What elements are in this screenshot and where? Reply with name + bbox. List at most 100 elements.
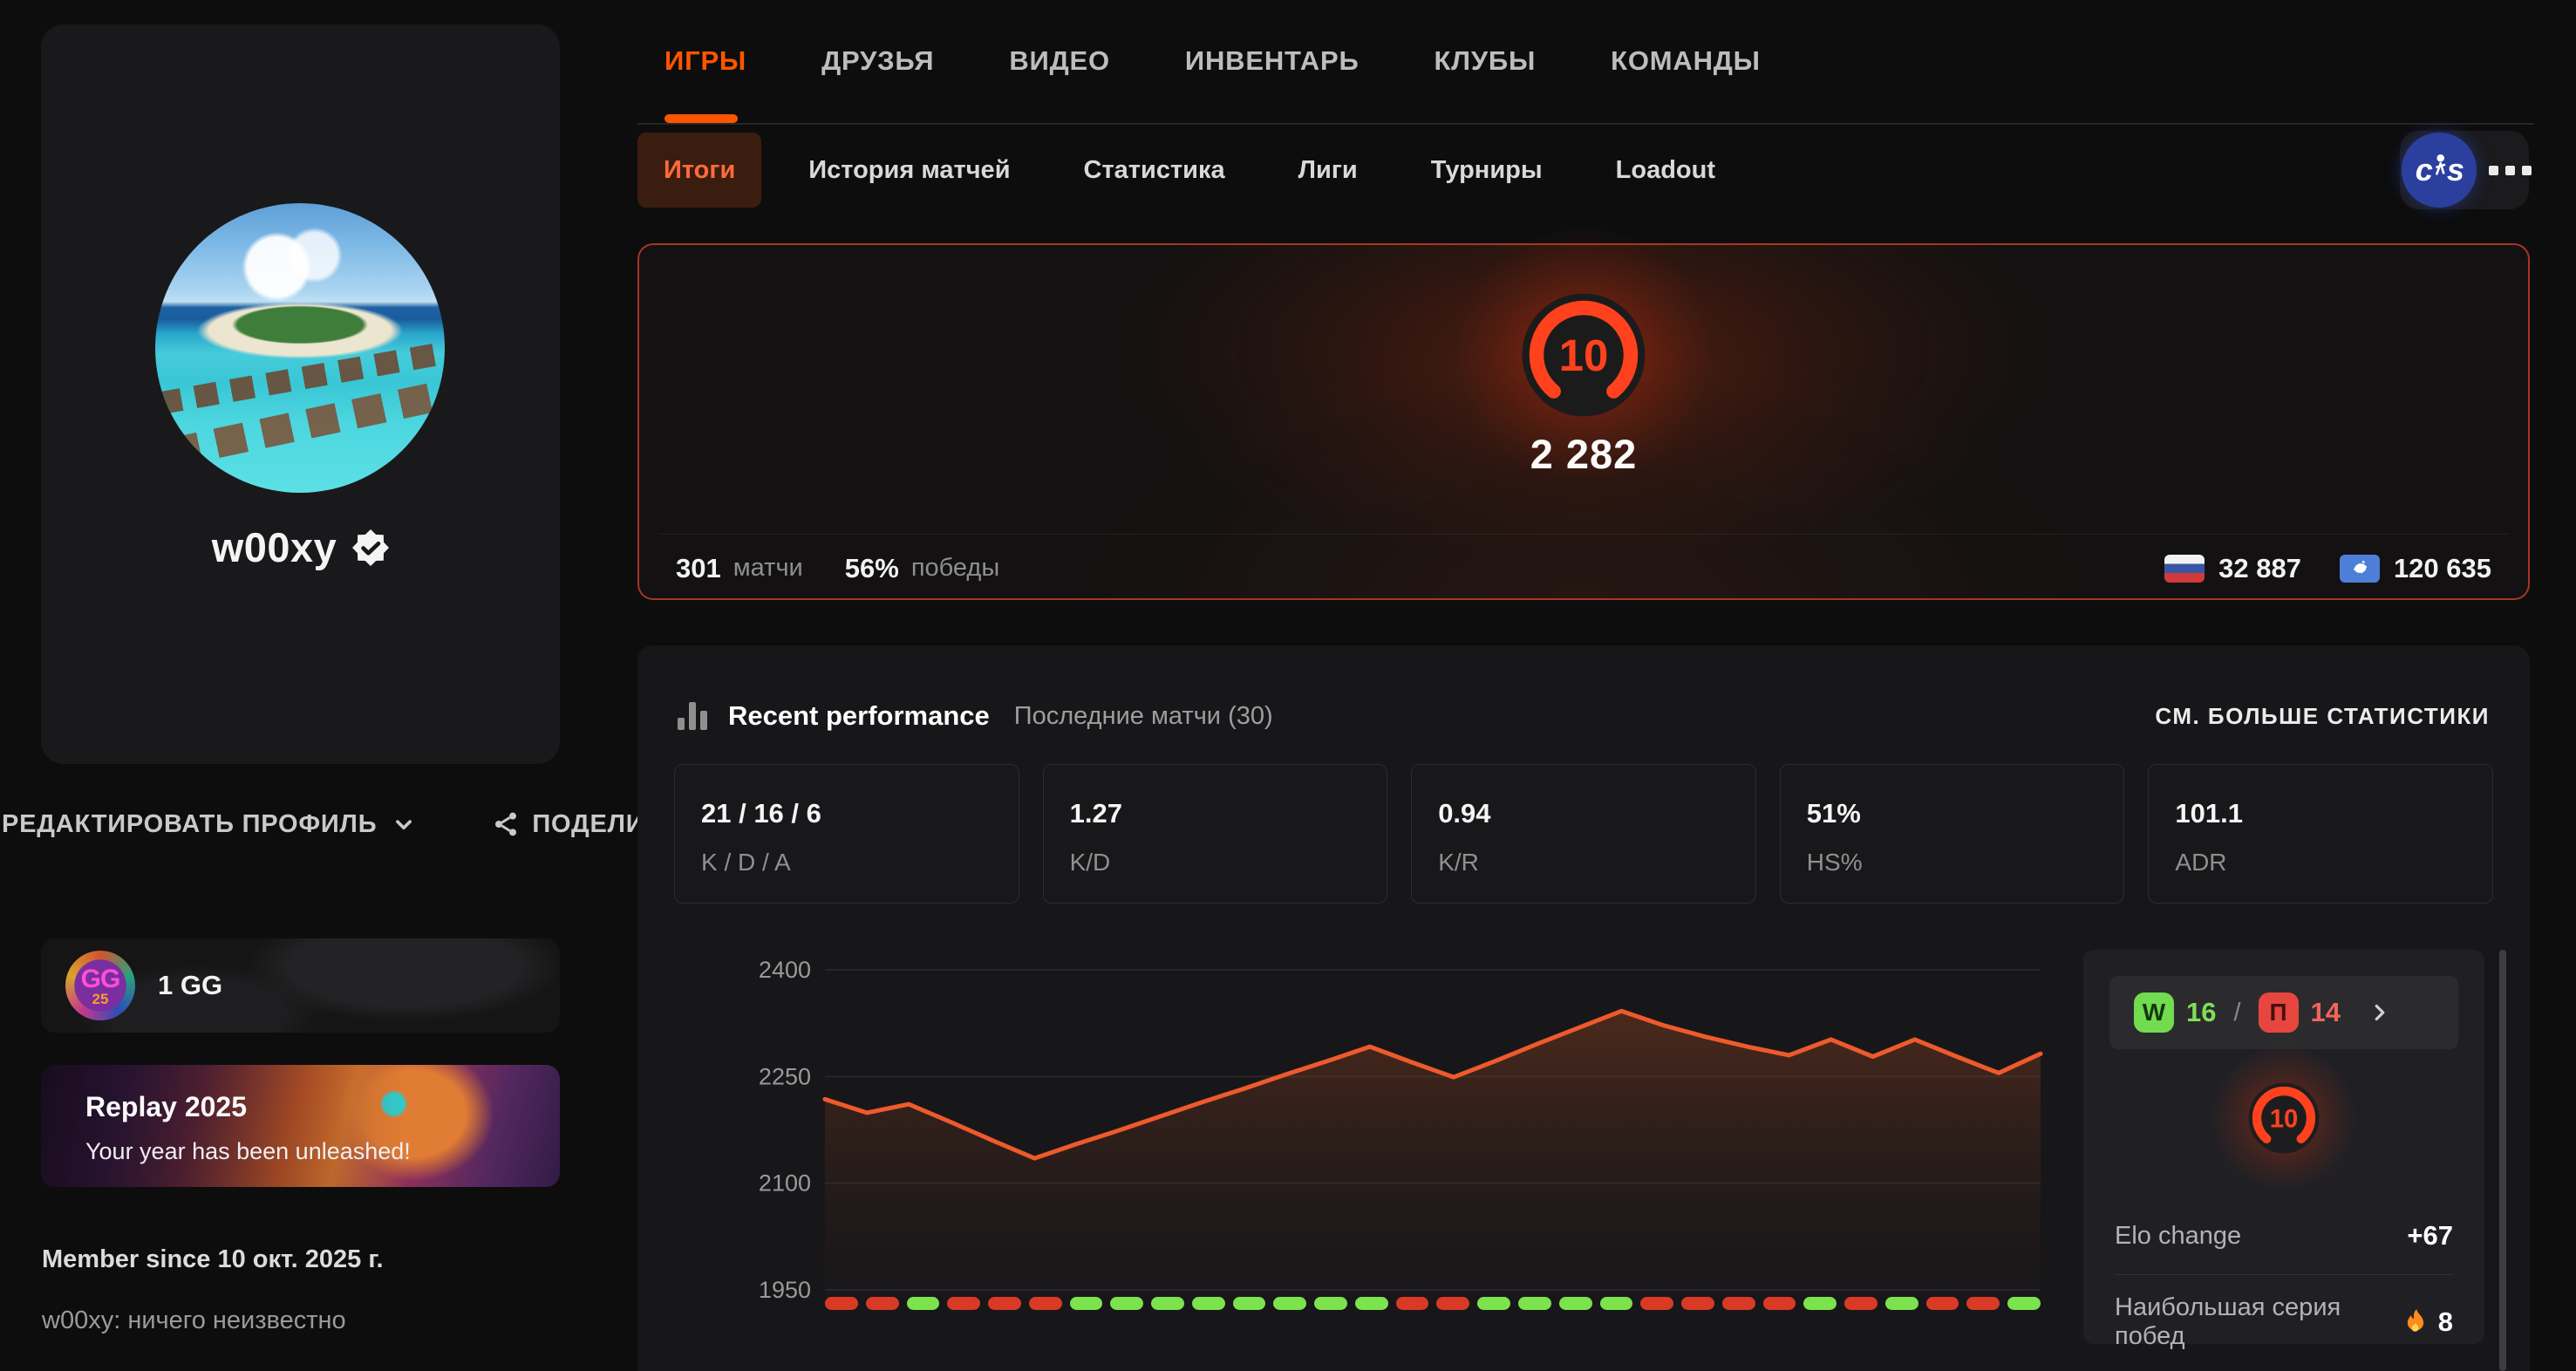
russia-flag-icon [2164, 555, 2205, 583]
elo-change-row: Elo change +67 [2115, 1220, 2453, 1252]
match-stats: 301 матчи 56% победы [676, 535, 1029, 602]
faceit-profile-page: w00xy РЕДАКТИРОВАТЬ ПРОФИЛЬ ПОДЕЛИТЬ [0, 0, 2576, 1371]
session-summary-panel: W 16 / П 14 10 [2083, 950, 2484, 1344]
kd-label: K/D [1070, 849, 1111, 876]
stat-card-kda: 21 / 16 / 6 K / D / A [674, 764, 1019, 904]
match-result-win [1885, 1297, 1918, 1310]
match-result-loss [1763, 1297, 1796, 1310]
hs-value: 51% [1807, 798, 1861, 829]
match-result-win [2007, 1297, 2041, 1310]
svg-text:10: 10 [2270, 1105, 2299, 1133]
share-profile-label: ПОДЕЛИТЬСЯ [532, 810, 649, 839]
rank-positions: 32 887 120 635 [2164, 535, 2491, 602]
subtab-tournaments[interactable]: Турниры [1431, 156, 1543, 185]
skill-level-badge: 10 [1518, 290, 1649, 420]
svg-text:1950: 1950 [759, 1277, 811, 1303]
match-result-loss [1029, 1297, 1062, 1310]
recent-performance-card: Recent performance Последние матчи (30) … [637, 645, 2530, 1371]
winrate-label: победы [911, 554, 999, 583]
tab-videos[interactable]: ВИДЕО [1009, 45, 1110, 77]
game-switcher-button[interactable]: c s [2400, 131, 2529, 209]
share-profile-button[interactable]: ПОДЕЛИТЬСЯ [492, 810, 649, 839]
svg-text:2100: 2100 [759, 1170, 811, 1197]
match-result-loss [947, 1297, 980, 1310]
wins-badge-icon: W [2134, 992, 2174, 1033]
elo-line-chart: 2400225021001950 [707, 938, 2068, 1313]
chevron-right-icon [2367, 999, 2393, 1026]
match-result-win [1314, 1297, 1347, 1310]
profile-actions: РЕДАКТИРОВАТЬ ПРОФИЛЬ ПОДЕЛИТЬСЯ [2, 799, 649, 849]
edit-profile-button[interactable]: РЕДАКТИРОВАТЬ ПРОФИЛЬ [2, 809, 419, 839]
gg-banner-label: 1 GG [158, 970, 222, 1001]
match-result-win [1273, 1297, 1306, 1310]
match-result-win [1518, 1297, 1551, 1310]
replay-2025-banner[interactable]: Replay 2025 Your year has been unleashed… [41, 1065, 560, 1187]
match-result-loss [866, 1297, 899, 1310]
europe-region-icon [2340, 555, 2380, 583]
win-streak-value: 8 [2403, 1306, 2453, 1338]
losses-count: 14 [2311, 997, 2341, 1028]
tab-friends[interactable]: ДРУЗЬЯ [821, 45, 934, 77]
gg-banner[interactable]: GG 25 1 GG [41, 938, 560, 1033]
elo-change-value: +67 [2407, 1220, 2453, 1252]
stat-card-kr: 0.94 K/R [1411, 764, 1756, 904]
tab-games[interactable]: ИГРЫ [664, 45, 746, 77]
tab-teams[interactable]: КОМАНДЫ [1611, 45, 1761, 77]
tab-inventory[interactable]: ИНВЕНТАРЬ [1185, 45, 1360, 77]
tab-clubs[interactable]: КЛУБЫ [1435, 45, 1537, 77]
match-result-loss [1436, 1297, 1469, 1310]
replay-banner-title: Replay 2025 [85, 1091, 247, 1123]
losses-badge-icon: П [2259, 992, 2299, 1033]
flame-icon [2403, 1308, 2428, 1336]
match-result-win [1070, 1297, 1103, 1310]
elo-value: 2 282 [639, 430, 2528, 478]
elo-banner: 10 2 282 301 матчи 56% победы 32 887 120… [637, 243, 2530, 600]
match-result-win [1192, 1297, 1225, 1310]
gg-logo-text: GG [65, 965, 135, 994]
profile-avatar[interactable] [155, 203, 445, 493]
username: w00xy [212, 523, 337, 571]
winrate-value: 56% [845, 553, 899, 584]
profile-card: w00xy [41, 24, 560, 764]
scrollbar-thumb[interactable] [2499, 950, 2506, 1371]
tabs-divider [637, 123, 2534, 125]
match-results-strip [825, 1297, 2041, 1310]
match-result-loss [825, 1297, 858, 1310]
kd-value: 1.27 [1070, 798, 1122, 829]
match-result-loss [988, 1297, 1021, 1310]
panel-skill-level-badge: 10 [2246, 1081, 2321, 1156]
match-result-loss [1396, 1297, 1429, 1310]
kda-value: 21 / 16 / 6 [701, 798, 821, 829]
match-result-win [1803, 1297, 1837, 1310]
matches-count: 301 [676, 553, 721, 584]
win-streak-row: Наибольшая серия побед 8 [2115, 1293, 2453, 1351]
hs-label: HS% [1807, 849, 1863, 876]
win-loss-separator: / [2233, 999, 2240, 1027]
replay-banner-shade [41, 1065, 560, 1187]
subtab-leagues[interactable]: Лиги [1298, 156, 1358, 185]
panel-divider [2115, 1274, 2453, 1275]
stat-cards-row: 21 / 16 / 6 K / D / A 1.27 K/D 0.94 K/R … [674, 764, 2493, 904]
stat-card-adr: 101.1 ADR [2148, 764, 2493, 904]
win-loss-pill[interactable]: W 16 / П 14 [2109, 976, 2458, 1049]
cs2-game-icon: c s [2402, 133, 2477, 208]
subtab-summary[interactable]: Итоги [637, 133, 761, 208]
adr-value: 101.1 [2175, 798, 2243, 829]
region-rank: 120 635 [2394, 553, 2491, 584]
subtab-match-history[interactable]: История матчей [808, 156, 1010, 185]
recent-performance-header: Recent performance Последние матчи (30) … [678, 694, 2490, 738]
share-icon [492, 810, 520, 838]
subtab-loadout[interactable]: Loadout [1616, 156, 1715, 185]
match-result-loss [1681, 1297, 1714, 1310]
svg-text:2250: 2250 [759, 1063, 811, 1089]
match-result-loss [1926, 1297, 1959, 1310]
see-more-stats-link[interactable]: СМ. БОЛЬШЕ СТАТИСТИКИ [2155, 703, 2490, 730]
matches-label: матчи [733, 554, 803, 583]
match-result-loss [1844, 1297, 1877, 1310]
subtab-statistics[interactable]: Статистика [1084, 156, 1225, 185]
match-result-win [1477, 1297, 1510, 1310]
profile-note-text: w00xy: ничего неизвестно [42, 1306, 346, 1335]
match-result-win [1559, 1297, 1592, 1310]
level-10-icon: 10 [1518, 290, 1649, 420]
sub-tabs: Итоги История матчей Статистика Лиги Тур… [637, 133, 1715, 208]
